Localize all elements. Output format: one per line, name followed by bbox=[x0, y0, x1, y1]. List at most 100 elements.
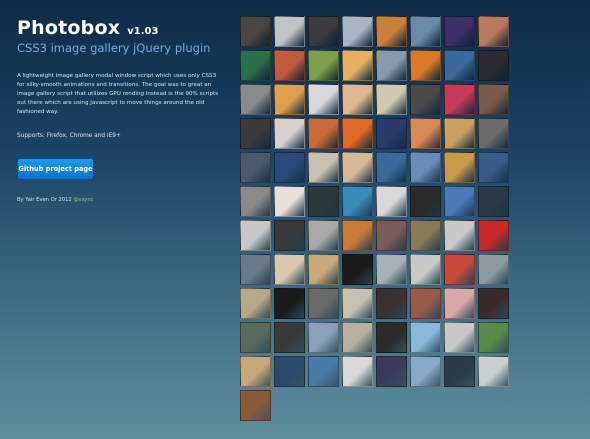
gallery-thumbnail[interactable] bbox=[376, 84, 407, 115]
gallery-thumbnail[interactable] bbox=[274, 186, 305, 217]
gallery-thumbnail[interactable] bbox=[478, 220, 509, 251]
gallery-thumbnail[interactable] bbox=[376, 118, 407, 149]
gallery-thumbnail[interactable] bbox=[478, 152, 509, 183]
gallery-thumbnail[interactable] bbox=[274, 84, 305, 115]
gallery-thumbnail[interactable] bbox=[376, 220, 407, 251]
gallery-thumbnail[interactable] bbox=[240, 118, 271, 149]
gallery-thumbnail[interactable] bbox=[410, 288, 441, 319]
gallery-thumbnail[interactable] bbox=[478, 288, 509, 319]
gallery-thumbnail[interactable] bbox=[240, 390, 271, 421]
gallery-thumbnail[interactable] bbox=[342, 84, 373, 115]
gallery-thumbnail[interactable] bbox=[240, 220, 271, 251]
gallery-thumbnail[interactable] bbox=[342, 16, 373, 47]
gallery-thumbnail[interactable] bbox=[274, 254, 305, 285]
gallery-thumbnail[interactable] bbox=[410, 220, 441, 251]
supports-text: Supports: Firefox, Chrome and IE9+ bbox=[17, 133, 121, 139]
gallery-thumbnail[interactable] bbox=[342, 356, 373, 387]
gallery-thumbnail[interactable] bbox=[410, 84, 441, 115]
gallery-thumbnail[interactable] bbox=[478, 50, 509, 81]
gallery-thumbnail[interactable] bbox=[240, 50, 271, 81]
gallery-thumbnail[interactable] bbox=[274, 118, 305, 149]
gallery-thumbnail[interactable] bbox=[376, 322, 407, 353]
gallery-thumbnail[interactable] bbox=[342, 50, 373, 81]
gallery-thumbnail[interactable] bbox=[444, 322, 475, 353]
gallery-thumbnail[interactable] bbox=[342, 118, 373, 149]
gallery-thumbnail[interactable] bbox=[444, 356, 475, 387]
gallery-thumbnail[interactable] bbox=[478, 356, 509, 387]
gallery-thumbnail[interactable] bbox=[444, 186, 475, 217]
gallery-thumbnail[interactable] bbox=[240, 152, 271, 183]
gallery-thumbnail[interactable] bbox=[444, 254, 475, 285]
gallery-thumbnail[interactable] bbox=[376, 186, 407, 217]
gallery-thumbnail[interactable] bbox=[308, 288, 339, 319]
gallery-thumbnail[interactable] bbox=[308, 356, 339, 387]
gallery-thumbnail[interactable] bbox=[444, 220, 475, 251]
gallery-thumbnail[interactable] bbox=[376, 16, 407, 47]
gallery-thumbnail[interactable] bbox=[376, 50, 407, 81]
gallery-thumbnail[interactable] bbox=[308, 152, 339, 183]
gallery-thumbnail[interactable] bbox=[342, 254, 373, 285]
gallery-thumbnail[interactable] bbox=[478, 16, 509, 47]
gallery-thumbnail[interactable] bbox=[240, 84, 271, 115]
gallery-thumbnail[interactable] bbox=[376, 288, 407, 319]
version-label: v1.03 bbox=[127, 26, 159, 37]
gallery-thumbnail[interactable] bbox=[444, 152, 475, 183]
description: A lightweight image gallery modal window… bbox=[17, 73, 219, 115]
gallery-thumbnail[interactable] bbox=[308, 118, 339, 149]
gallery-thumbnail[interactable] bbox=[274, 16, 305, 47]
gallery-thumbnail[interactable] bbox=[376, 254, 407, 285]
gallery-thumbnail[interactable] bbox=[410, 118, 441, 149]
gallery-thumbnail[interactable] bbox=[478, 254, 509, 285]
gallery-thumbnail[interactable] bbox=[410, 322, 441, 353]
gallery-thumbnail[interactable] bbox=[240, 288, 271, 319]
github-button[interactable]: Github project page bbox=[17, 158, 94, 180]
byline: By Yair Even Or 2012 @vsync bbox=[17, 197, 222, 203]
gallery-thumbnail[interactable] bbox=[444, 50, 475, 81]
gallery-thumbnail[interactable] bbox=[410, 152, 441, 183]
gallery-thumbnail[interactable] bbox=[444, 288, 475, 319]
gallery-thumbnail[interactable] bbox=[342, 220, 373, 251]
gallery-thumbnail[interactable] bbox=[308, 322, 339, 353]
gallery-thumbnail[interactable] bbox=[274, 356, 305, 387]
gallery-thumbnail[interactable] bbox=[274, 322, 305, 353]
gallery-thumbnail[interactable] bbox=[240, 254, 271, 285]
gallery-thumbnail[interactable] bbox=[376, 356, 407, 387]
gallery-thumbnail[interactable] bbox=[478, 84, 509, 115]
gallery-thumbnail[interactable] bbox=[308, 186, 339, 217]
gallery-thumbnail[interactable] bbox=[410, 356, 441, 387]
gallery-thumbnail[interactable] bbox=[478, 118, 509, 149]
byline-text: By Yair Even Or 2012 bbox=[17, 197, 72, 203]
gallery-thumbnail[interactable] bbox=[342, 152, 373, 183]
gallery-thumbnail[interactable] bbox=[410, 186, 441, 217]
gallery-thumbnail[interactable] bbox=[410, 254, 441, 285]
gallery-thumbnail[interactable] bbox=[478, 186, 509, 217]
gallery-thumbnail[interactable] bbox=[274, 220, 305, 251]
gallery-thumbnail[interactable] bbox=[274, 288, 305, 319]
gallery-thumbnail[interactable] bbox=[410, 16, 441, 47]
gallery-thumbnail[interactable] bbox=[240, 186, 271, 217]
gallery-thumbnail[interactable] bbox=[444, 118, 475, 149]
gallery-thumbnail[interactable] bbox=[342, 186, 373, 217]
twitter-handle-link[interactable]: @vsync bbox=[73, 197, 93, 203]
gallery-thumbnail[interactable] bbox=[410, 50, 441, 81]
gallery-thumbnail[interactable] bbox=[308, 50, 339, 81]
gallery-thumbnail[interactable] bbox=[240, 16, 271, 47]
gallery-thumbnail[interactable] bbox=[444, 16, 475, 47]
gallery-thumbnail[interactable] bbox=[240, 356, 271, 387]
gallery-thumbnail[interactable] bbox=[444, 84, 475, 115]
gallery-thumbnail[interactable] bbox=[478, 322, 509, 353]
photo-gallery-grid bbox=[240, 16, 546, 423]
gallery-thumbnail[interactable] bbox=[274, 50, 305, 81]
gallery-thumbnail[interactable] bbox=[308, 220, 339, 251]
gallery-thumbnail[interactable] bbox=[240, 322, 271, 353]
page-title: Photobox v1.03 bbox=[17, 17, 222, 39]
gallery-thumbnail[interactable] bbox=[274, 152, 305, 183]
subtitle: CSS3 image gallery jQuery plugin bbox=[17, 41, 211, 55]
gallery-thumbnail[interactable] bbox=[342, 322, 373, 353]
gallery-thumbnail[interactable] bbox=[308, 84, 339, 115]
gallery-thumbnail[interactable] bbox=[308, 16, 339, 47]
gallery-thumbnail[interactable] bbox=[342, 288, 373, 319]
gallery-thumbnail[interactable] bbox=[376, 152, 407, 183]
info-panel: Photobox v1.03 CSS3 image gallery jQuery… bbox=[17, 17, 222, 203]
gallery-thumbnail[interactable] bbox=[308, 254, 339, 285]
